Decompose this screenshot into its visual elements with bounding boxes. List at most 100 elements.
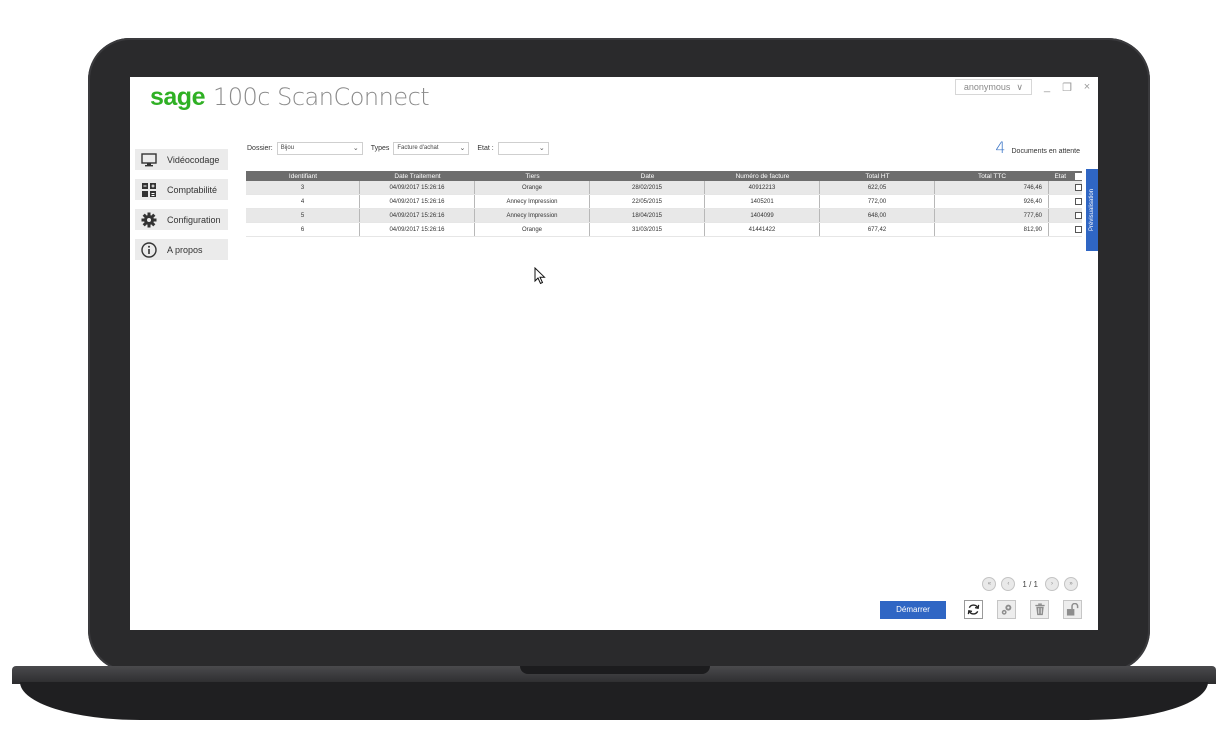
column-header[interactable]: Total HT	[820, 171, 935, 181]
stage: sage 100c ScanConnect anonymous ∨ _ ❐ × …	[0, 0, 1228, 740]
sidebar: Vidéocodage Comptabilité Configuration A…	[135, 149, 228, 269]
etat-label: Etat :	[477, 144, 494, 152]
sidebar-item-comptabilite[interactable]: Comptabilité	[135, 179, 228, 200]
delete-button[interactable]	[1030, 600, 1049, 619]
cell-total-ht: 622,05	[820, 181, 935, 194]
mouse-cursor-icon	[534, 267, 546, 285]
sidebar-item-label: A propos	[167, 244, 203, 255]
table-row[interactable]: 5 04/09/2017 15:26:16 Annecy Impression …	[246, 209, 1082, 223]
cell-date-traitement: 04/09/2017 15:26:16	[360, 195, 475, 208]
cell-tiers: Orange	[475, 181, 590, 194]
sidebar-item-label: Comptabilité	[167, 184, 218, 195]
trash-icon	[1034, 603, 1045, 616]
column-header-etat: Etat	[1049, 171, 1082, 181]
app-window: sage 100c ScanConnect anonymous ∨ _ ❐ × …	[130, 77, 1098, 630]
cell-tiers: Orange	[475, 223, 590, 236]
row-checkbox[interactable]	[1075, 184, 1082, 191]
cell-etat	[1049, 209, 1082, 222]
refresh-icon	[967, 604, 980, 615]
cell-date-traitement: 04/09/2017 15:26:16	[360, 223, 475, 236]
laptop-base-bottom	[20, 682, 1208, 720]
next-page-button[interactable]: ›	[1045, 577, 1059, 591]
close-button[interactable]: ×	[1082, 81, 1092, 93]
chevron-down-icon: ⌄	[352, 145, 359, 152]
cell-id: 5	[246, 209, 360, 222]
cell-numero: 40912213	[705, 181, 820, 194]
types-value: Facture d'achat	[397, 145, 439, 151]
column-header[interactable]: Date Traitement	[360, 171, 475, 181]
types-select[interactable]: Facture d'achat ⌄	[393, 141, 470, 155]
cell-id: 3	[246, 181, 360, 194]
cell-numero: 1404099	[705, 209, 820, 222]
preview-tab[interactable]: Prévisualisation	[1086, 169, 1098, 251]
monitor-icon	[140, 152, 158, 168]
last-page-button[interactable]: »	[1064, 577, 1078, 591]
table-header: Identifiant Date Traitement Tiers Date N…	[246, 171, 1082, 181]
cell-total-ht: 772,00	[820, 195, 935, 208]
cell-etat	[1049, 223, 1082, 236]
etat-header-label: Etat	[1054, 172, 1066, 180]
cell-total-ttc: 926,40	[935, 195, 1049, 208]
cell-total-ttc: 746,46	[935, 181, 1049, 194]
cell-numero: 1405201	[705, 195, 820, 208]
start-button[interactable]: Démarrer	[880, 600, 946, 619]
row-checkbox[interactable]	[1075, 226, 1082, 233]
cell-id: 4	[246, 195, 360, 208]
row-checkbox[interactable]	[1075, 212, 1082, 219]
pagination: « ‹ 1 / 1 › »	[982, 577, 1078, 591]
cell-total-ht: 648,00	[820, 209, 935, 222]
sidebar-item-label: Vidéocodage	[167, 154, 220, 165]
chevron-down-icon: ⌄	[459, 145, 466, 152]
calculator-icon	[140, 182, 158, 198]
cogs-icon	[1001, 604, 1012, 615]
cell-tiers: Annecy Impression	[475, 195, 590, 208]
column-header[interactable]: Identifiant	[246, 171, 360, 181]
action-bar: Démarrer	[880, 600, 1082, 619]
first-page-button[interactable]: «	[982, 577, 997, 591]
select-all-checkbox[interactable]	[1075, 172, 1082, 180]
cell-date: 28/02/2015	[590, 181, 705, 194]
cell-total-ht: 677,42	[820, 223, 935, 236]
sidebar-item-label: Configuration	[167, 214, 221, 225]
refresh-button[interactable]	[964, 600, 983, 619]
prev-page-button[interactable]: ‹	[1001, 577, 1016, 591]
table-row[interactable]: 3 04/09/2017 15:26:16 Orange 28/02/2015 …	[246, 181, 1082, 195]
cell-date: 18/04/2015	[590, 209, 705, 222]
dossier-label: Dossier:	[247, 144, 273, 152]
laptop-notch	[520, 666, 710, 674]
settings-button[interactable]	[997, 600, 1016, 619]
cell-date: 22/05/2015	[590, 195, 705, 208]
column-header[interactable]: Date	[590, 171, 705, 181]
column-header[interactable]: Numéro de facture	[705, 171, 820, 181]
gear-icon	[140, 212, 158, 228]
table-row[interactable]: 4 04/09/2017 15:26:16 Annecy Impression …	[246, 195, 1082, 209]
unlock-button[interactable]	[1063, 600, 1082, 619]
dossier-value: Bijou	[280, 145, 295, 151]
pending-label: Documents en attente	[1011, 148, 1081, 155]
cell-id: 6	[246, 223, 360, 236]
restore-button[interactable]: ❐	[1062, 81, 1072, 94]
cell-date-traitement: 04/09/2017 15:26:16	[360, 209, 475, 222]
app-logo: sage 100c ScanConnect	[150, 83, 430, 123]
logo-brand: sage	[150, 83, 205, 111]
logo-product: 100c ScanConnect	[212, 83, 430, 111]
cell-tiers: Annecy Impression	[475, 209, 590, 222]
chevron-down-icon: ∨	[1016, 81, 1023, 92]
chevron-down-icon: ⌄	[538, 145, 545, 152]
sidebar-item-configuration[interactable]: Configuration	[135, 209, 228, 230]
column-header[interactable]: Tiers	[475, 171, 590, 181]
types-label: Types	[370, 144, 390, 152]
unlock-icon	[1066, 603, 1079, 616]
page-indicator: 1 / 1	[1022, 579, 1038, 589]
sidebar-item-videocodage[interactable]: Vidéocodage	[135, 149, 228, 170]
pending-count: 4	[995, 138, 1006, 157]
info-icon	[140, 241, 158, 258]
user-menu[interactable]: anonymous ∨	[954, 79, 1032, 95]
column-header[interactable]: Total TTC	[935, 171, 1049, 181]
row-checkbox[interactable]	[1075, 198, 1082, 205]
sidebar-item-apropos[interactable]: A propos	[135, 239, 228, 260]
etat-select[interactable]: ⌄	[497, 141, 549, 155]
table-row[interactable]: 6 04/09/2017 15:26:16 Orange 31/03/2015 …	[246, 223, 1082, 237]
minimize-button[interactable]: _	[1042, 81, 1052, 93]
dossier-select[interactable]: Bijou ⌄	[276, 141, 363, 155]
